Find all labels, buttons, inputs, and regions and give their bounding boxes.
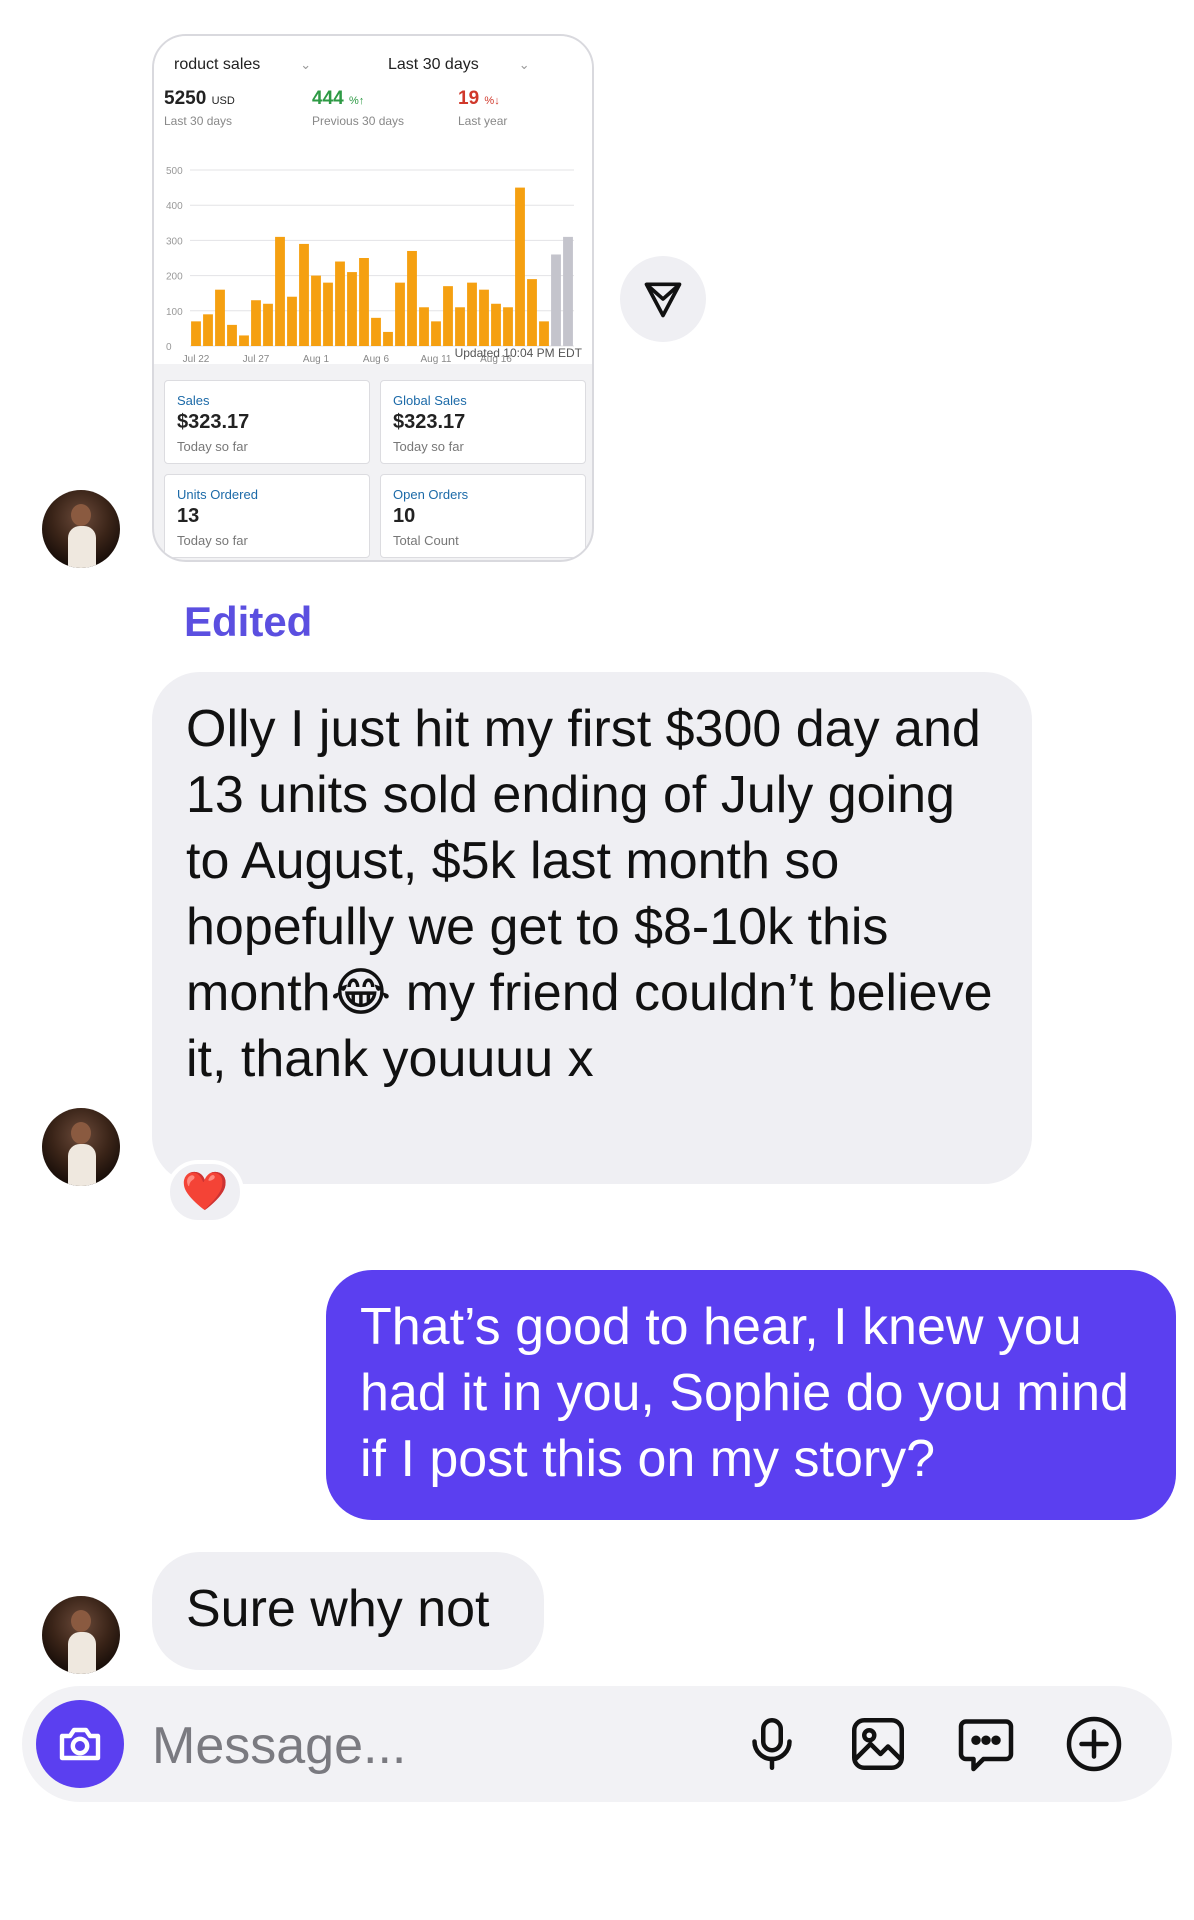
chart-bar	[251, 300, 261, 346]
sticker-chat-icon[interactable]	[956, 1714, 1016, 1774]
chart-bar	[287, 296, 297, 346]
chart-bar	[491, 303, 501, 346]
chart-bar	[239, 335, 249, 346]
kpi-previous-change: 444 %↑	[312, 88, 365, 109]
y-tick-label: 200	[166, 272, 183, 283]
y-tick-label: 400	[166, 201, 183, 212]
sales-bar-chart: 0 100 200 300 400 500 Jul 22 Jul 27 Aug 1 Aug 6 Au…	[166, 166, 574, 365]
chart-bar	[419, 307, 429, 346]
kpi-label: Last 30 days	[164, 114, 233, 128]
chart-bar	[431, 321, 441, 346]
chart-bar	[563, 236, 573, 346]
chevron-down-icon: ⌄	[518, 57, 530, 72]
plus-circle-icon[interactable]	[1064, 1714, 1124, 1774]
x-tick-label: Aug 1	[303, 354, 330, 365]
camera-button[interactable]	[36, 1700, 124, 1788]
kpi-year-change: 19 %↓	[458, 88, 500, 109]
chart-bar	[359, 258, 369, 346]
incoming-message-bubble[interactable]: Olly I just hit my first $300 day and 13…	[152, 672, 1032, 1184]
contact-avatar[interactable]	[42, 1596, 120, 1674]
chart-bar	[383, 331, 393, 346]
microphone-icon[interactable]	[742, 1714, 802, 1774]
chart-bar	[455, 307, 465, 346]
chart-bar	[347, 272, 357, 346]
sales-dashboard-header: roduct sales ⌄ Last 30 days ⌄ 5250 USD Las…	[154, 36, 592, 365]
chart-bar	[371, 317, 381, 346]
send-icon	[644, 282, 682, 318]
kpi-total-sales: 5250 USD	[164, 88, 235, 109]
tile-sales: Sales $323.17 Today so far	[164, 380, 370, 464]
chart-bar	[539, 321, 549, 346]
chart-bar	[479, 289, 489, 346]
message-text: Olly I just hit my first $300 day and 13…	[186, 700, 993, 1088]
chevron-down-icon: ⌄	[300, 57, 312, 72]
image-icon[interactable]	[848, 1714, 908, 1774]
chart-bar	[227, 324, 237, 346]
chart-bar	[551, 254, 561, 346]
chart-bar	[335, 261, 345, 346]
incoming-message-bubble[interactable]: Sure why not	[152, 1552, 544, 1670]
heart-reaction[interactable]: ❤️	[166, 1160, 244, 1224]
chart-bar	[311, 275, 321, 346]
chart-bar	[443, 286, 453, 346]
contact-avatar[interactable]	[42, 490, 120, 568]
heart-icon: ❤️	[181, 1171, 229, 1213]
y-tick-label: 0	[166, 342, 172, 353]
y-tick-label: 500	[166, 166, 183, 177]
period-select: Last 30 days ⌄	[388, 56, 530, 73]
chart-bar	[407, 250, 417, 346]
chart-bar	[263, 303, 273, 346]
camera-icon	[59, 1727, 101, 1761]
kpi-label: Previous 30 days	[312, 114, 405, 128]
chart-bar	[467, 282, 477, 346]
tile-open-orders: Open Orders 10 Total Count	[380, 474, 586, 558]
message-composer: Message...	[22, 1686, 1172, 1802]
tile-global-sales: Global Sales $323.17 Today so far	[380, 380, 586, 464]
outgoing-message-bubble[interactable]: That’s good to hear, I knew you had it i…	[326, 1270, 1176, 1520]
chart-bar	[503, 307, 513, 346]
chart-bar	[323, 282, 333, 346]
chart-bar	[203, 314, 213, 346]
chart-bar	[395, 282, 405, 346]
share-button[interactable]	[620, 256, 706, 342]
updated-timestamp: Updated 10:04 PM EDT	[454, 346, 582, 360]
x-tick-label: Aug 11	[421, 354, 452, 365]
chart-bar	[215, 289, 225, 346]
message-input[interactable]: Message...	[152, 1716, 406, 1776]
x-tick-label: Jul 27	[243, 354, 270, 365]
y-tick-label: 300	[166, 236, 183, 247]
contact-avatar[interactable]	[42, 1108, 120, 1186]
chart-bar	[515, 187, 525, 346]
edited-label: Edited	[184, 598, 313, 645]
product-select: roduct sales ⌄	[174, 56, 312, 73]
x-tick-label: Jul 22	[183, 354, 210, 365]
chart-bar	[275, 236, 285, 346]
shared-screenshot-message[interactable]: roduct sales ⌄ Last 30 days ⌄ 5250 USD Las…	[152, 34, 594, 562]
tile-units-ordered: Units Ordered 13 Today so far	[164, 474, 370, 558]
y-tick-label: 100	[166, 307, 183, 318]
chart-bar	[527, 279, 537, 346]
message-text: Sure why not	[186, 1580, 490, 1638]
chart-bar	[191, 321, 201, 346]
message-text: That’s good to hear, I knew you had it i…	[360, 1298, 1129, 1488]
x-tick-label: Aug 6	[363, 354, 390, 365]
chart-bar	[299, 243, 309, 346]
kpi-label: Last year	[458, 114, 508, 128]
